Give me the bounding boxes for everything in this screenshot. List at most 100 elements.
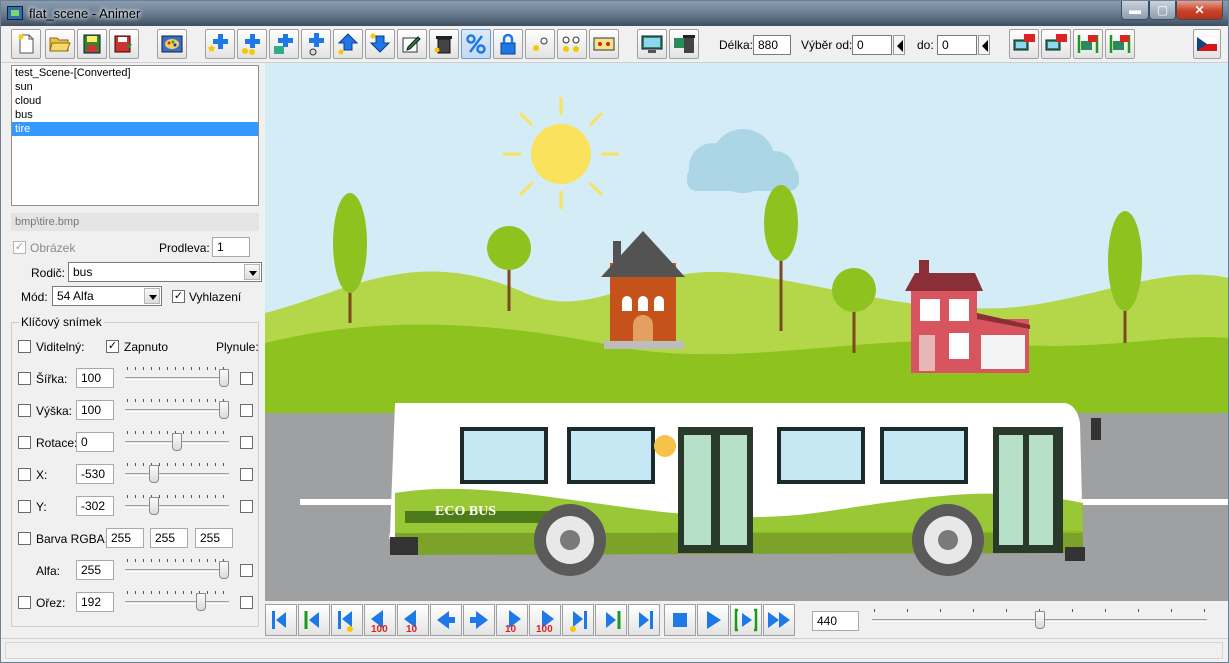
slider-thumb[interactable]: [219, 561, 229, 579]
title-bar[interactable]: flat_scene - Animer ▬ ▢ ✕: [1, 1, 1228, 26]
open-file-button[interactable]: [45, 29, 75, 59]
minimize-button[interactable]: ▬: [1121, 1, 1149, 20]
next-key-button[interactable]: [562, 604, 594, 636]
x-input[interactable]: -530: [76, 464, 114, 484]
width-input[interactable]: 100: [76, 368, 114, 388]
go-to-start-button[interactable]: [265, 604, 297, 636]
go-to-end-button[interactable]: [628, 604, 660, 636]
selection-to-input[interactable]: 0: [937, 35, 977, 55]
add-object-button[interactable]: [205, 29, 235, 59]
fast-forward-button[interactable]: [763, 604, 795, 636]
x-slider[interactable]: [125, 463, 229, 487]
width-checkbox[interactable]: [18, 372, 31, 385]
slider-thumb[interactable]: [148, 465, 159, 483]
frame-input[interactable]: 440: [812, 611, 859, 631]
blue-input[interactable]: 255: [195, 528, 233, 548]
rotation-slider[interactable]: [125, 431, 229, 455]
keyframes-multi-button[interactable]: [557, 29, 587, 59]
step-forward-button[interactable]: [463, 604, 495, 636]
play-button[interactable]: [697, 604, 729, 636]
rotation-checkbox[interactable]: [18, 436, 31, 449]
language-button[interactable]: [1193, 29, 1221, 59]
parent-select[interactable]: bus: [68, 262, 262, 282]
new-file-button[interactable]: [11, 29, 41, 59]
height-smooth-checkbox[interactable]: [240, 404, 253, 417]
alpha-input[interactable]: 255: [76, 560, 114, 580]
keyframe-button[interactable]: [525, 29, 555, 59]
selection-start-button[interactable]: [298, 604, 330, 636]
export-4k-button[interactable]: [1041, 29, 1071, 59]
save-file-button[interactable]: [77, 29, 107, 59]
selection-end-button[interactable]: [595, 604, 627, 636]
slider-thumb[interactable]: [148, 497, 159, 515]
list-item[interactable]: bus: [12, 108, 258, 122]
y-input[interactable]: -302: [76, 496, 114, 516]
add-multiple-button[interactable]: [237, 29, 267, 59]
add-image-button[interactable]: [269, 29, 299, 59]
save-as-button[interactable]: [109, 29, 139, 59]
alpha-slider[interactable]: [125, 559, 229, 583]
x-smooth-checkbox[interactable]: [240, 468, 253, 481]
crop-slider[interactable]: [125, 591, 229, 615]
add-group-button[interactable]: [301, 29, 331, 59]
rotation-input[interactable]: 0: [76, 432, 114, 452]
percent-toggle-button[interactable]: [461, 29, 491, 59]
lock-button[interactable]: [493, 29, 523, 59]
slider-thumb[interactable]: [172, 433, 182, 451]
prev-key-button[interactable]: [331, 604, 363, 636]
selection-from-input[interactable]: 0: [852, 35, 892, 55]
slider-thumb[interactable]: [1034, 611, 1045, 629]
move-up-button[interactable]: [333, 29, 363, 59]
list-item[interactable]: sun: [12, 80, 258, 94]
red-input[interactable]: 255: [106, 528, 144, 548]
alpha-smooth-checkbox[interactable]: [240, 564, 253, 577]
object-list[interactable]: test_Scene-[Converted] sun cloud bus tir…: [11, 65, 259, 206]
rgba-checkbox[interactable]: [18, 532, 31, 545]
delay-input[interactable]: 1: [212, 237, 250, 257]
enabled-checkbox[interactable]: ✓: [106, 340, 119, 353]
frames-button[interactable]: [589, 29, 619, 59]
slider-thumb[interactable]: [219, 401, 229, 419]
selection-to-set-button[interactable]: [978, 35, 990, 55]
crop-checkbox[interactable]: [18, 596, 31, 609]
step-back-button[interactable]: [430, 604, 462, 636]
play-selection-button[interactable]: [730, 604, 762, 636]
list-item[interactable]: test_Scene-[Converted]: [12, 66, 258, 80]
edit-button[interactable]: [397, 29, 427, 59]
x-checkbox[interactable]: [18, 468, 31, 481]
height-input[interactable]: 100: [76, 400, 114, 420]
height-checkbox[interactable]: [18, 404, 31, 417]
step-forward-10-button[interactable]: 10: [496, 604, 528, 636]
list-item-selected[interactable]: tire: [12, 122, 258, 136]
step-back-10-button[interactable]: 10: [397, 604, 429, 636]
crop-smooth-checkbox[interactable]: [240, 596, 253, 609]
slider-thumb[interactable]: [219, 369, 229, 387]
maximize-button[interactable]: ▢: [1149, 1, 1176, 20]
selection-from-set-button[interactable]: [893, 35, 905, 55]
scene-preview[interactable]: ECO BUS: [265, 63, 1228, 601]
height-slider[interactable]: [125, 399, 229, 423]
step-back-100-button[interactable]: 100: [364, 604, 396, 636]
length-input[interactable]: 880: [753, 35, 791, 55]
export-range-4k-button[interactable]: [1105, 29, 1135, 59]
chevron-down-icon[interactable]: [144, 288, 160, 304]
step-forward-100-button[interactable]: 100: [529, 604, 561, 636]
screen-button[interactable]: [637, 29, 667, 59]
list-item[interactable]: cloud: [12, 94, 258, 108]
palette-button[interactable]: [157, 29, 187, 59]
delete-button[interactable]: [429, 29, 459, 59]
export-range-hd-button[interactable]: [1073, 29, 1103, 59]
width-slider[interactable]: [125, 367, 229, 391]
width-smooth-checkbox[interactable]: [240, 372, 253, 385]
y-smooth-checkbox[interactable]: [240, 500, 253, 513]
y-slider[interactable]: [125, 495, 229, 519]
image-checkbox[interactable]: ✓: [13, 241, 26, 254]
close-button[interactable]: ✕: [1176, 1, 1223, 20]
move-down-button[interactable]: [365, 29, 395, 59]
timeline-slider[interactable]: [872, 609, 1207, 633]
green-input[interactable]: 255: [150, 528, 188, 548]
smoothing-checkbox[interactable]: ✓: [172, 290, 185, 303]
crop-input[interactable]: 192: [76, 592, 114, 612]
mode-select[interactable]: 54 Alfa: [52, 286, 162, 306]
chevron-down-icon[interactable]: [244, 264, 260, 280]
